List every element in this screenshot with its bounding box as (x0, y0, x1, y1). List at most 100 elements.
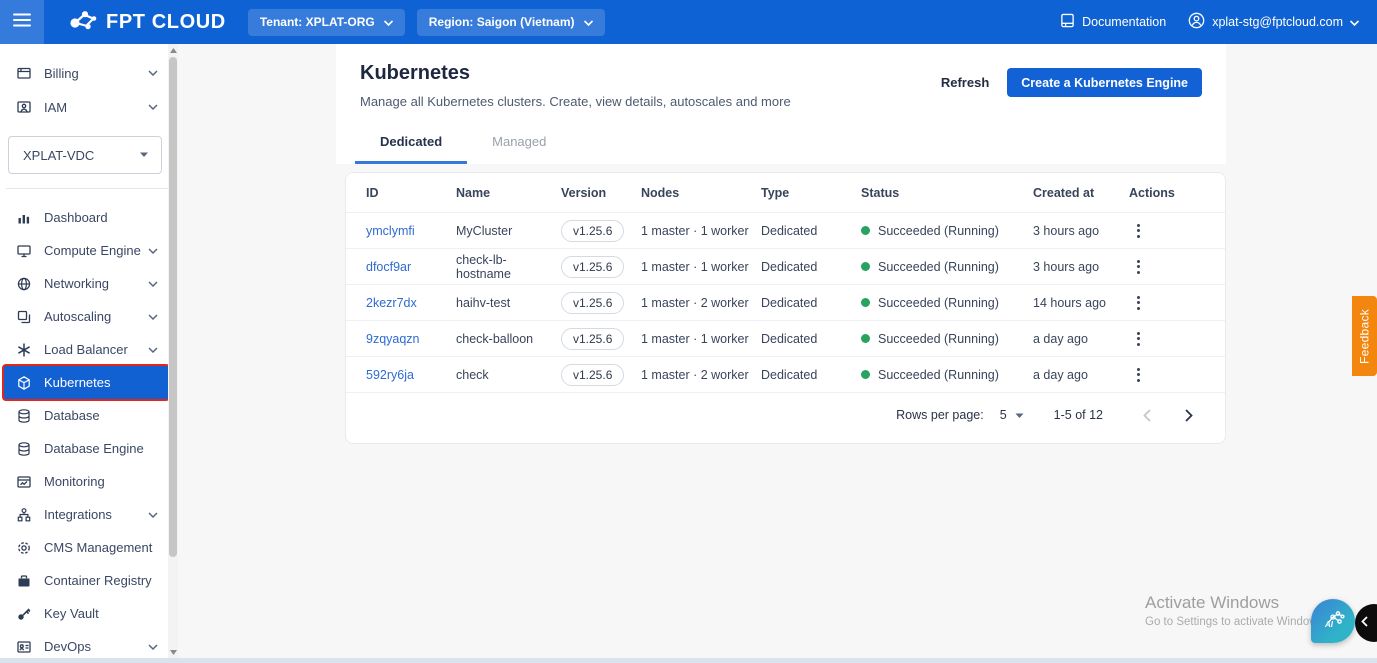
cluster-name-cell: check-lb-hostname (456, 252, 511, 281)
cluster-status-cell: Succeeded (Running) (861, 368, 1033, 382)
cluster-name-cell: check-balloon (456, 331, 534, 346)
chevron-down-icon (148, 247, 158, 254)
iam-icon (15, 99, 32, 116)
sidebar-item-kubernetes[interactable]: Kubernetes (4, 366, 168, 399)
dropdown-arrow-icon (1015, 408, 1024, 422)
create-kubernetes-engine-button[interactable]: Create a Kubernetes Engine (1007, 68, 1202, 97)
previous-page-button[interactable] (1137, 405, 1157, 426)
tenant-selector[interactable]: Tenant: XPLAT-ORG (247, 8, 405, 36)
cluster-created-at-cell: a day ago (1033, 331, 1088, 346)
cluster-name-cell: check (456, 367, 489, 382)
row-actions-menu-icon[interactable] (1129, 256, 1147, 278)
tab-managed[interactable]: Managed (467, 134, 571, 164)
sidebar-scrollbar[interactable] (168, 44, 178, 658)
sidebar-item-billing[interactable]: Billing (0, 56, 166, 90)
cluster-id-cell: 592ry6ja (366, 368, 456, 382)
sidebar-item-cms-management[interactable]: CMS Management (0, 531, 166, 564)
sidebar-item-container-registry[interactable]: Container Registry (0, 564, 166, 597)
page-subtitle: Manage all Kubernetes clusters. Create, … (360, 94, 791, 109)
table-row: ymclymfi MyCluster v1.25.6 1 master · 1 … (346, 213, 1225, 249)
rows-per-page-select[interactable]: 5 (1000, 408, 1024, 422)
scroll-down-arrow-icon[interactable] (168, 646, 178, 658)
networking-icon (15, 275, 32, 292)
cluster-id-link[interactable]: 9zqyaqzn (366, 332, 420, 346)
sidebar-nav: Billing IAM XPLAT-VDC Dashboard Compute … (0, 44, 178, 658)
cluster-id-link[interactable]: 2kezr7dx (366, 296, 417, 310)
user-email: xplat-stg@fptcloud.com (1212, 15, 1343, 29)
cluster-nodes-cell: 1 master · 1 worker (641, 259, 749, 274)
sidebar-item-integrations[interactable]: Integrations (0, 498, 166, 531)
monitoring-icon (15, 473, 32, 490)
collapse-widget-button[interactable] (1355, 604, 1377, 642)
tab-dedicated[interactable]: Dedicated (355, 134, 468, 164)
documentation-link[interactable]: Documentation (1060, 13, 1166, 31)
sidebar-item-label: IAM (44, 99, 68, 115)
cluster-version-cell: v1.25.6 (561, 255, 641, 278)
sidebar-item-compute-engine[interactable]: Compute Engine (0, 234, 166, 267)
page-actions: Refresh Create a Kubernetes Engine (941, 62, 1202, 97)
integrations-icon (15, 506, 32, 523)
chevron-down-icon (148, 313, 158, 320)
devops-icon (15, 638, 32, 655)
brand-molecule-icon (68, 8, 98, 37)
scrollbar-thumb[interactable] (169, 57, 177, 557)
dashboard-icon (15, 209, 32, 226)
sidebar-item-key-vault[interactable]: Key Vault (0, 597, 166, 630)
status-text: Succeeded (Running) (878, 295, 999, 310)
cluster-status-cell: Succeeded (Running) (861, 332, 1033, 346)
sidebar-item-label: Kubernetes (44, 375, 111, 390)
column-header-name: Name (456, 185, 491, 200)
cluster-status-cell: Succeeded (Running) (861, 296, 1033, 310)
status-green-dot (861, 226, 870, 235)
sidebar-item-dashboard[interactable]: Dashboard (0, 201, 166, 234)
sidebar-item-database-engine[interactable]: Database Engine (0, 432, 166, 465)
sidebar-item-iam[interactable]: IAM (0, 90, 166, 124)
sidebar-item-label: Compute Engine (44, 243, 141, 258)
cluster-nodes-cell: 1 master · 2 worker (641, 367, 749, 382)
vdc-selector[interactable]: XPLAT-VDC (8, 136, 162, 174)
region-selector[interactable]: Region: Saigon (Vietnam) (416, 8, 605, 36)
refresh-button[interactable]: Refresh (941, 75, 989, 90)
cluster-id-link[interactable]: 592ry6ja (366, 368, 414, 382)
menu-button[interactable] (0, 0, 44, 44)
next-page-button[interactable] (1179, 405, 1199, 426)
column-header-id: ID (366, 185, 379, 200)
sidebar-item-label: Dashboard (44, 210, 108, 225)
feedback-button[interactable]: Feedback (1352, 296, 1377, 376)
ai-assistant-button[interactable]: AI (1311, 599, 1355, 643)
scroll-up-arrow-icon[interactable] (168, 44, 178, 56)
cluster-id-cell: dfocf9ar (366, 260, 456, 274)
page-title-block: Kubernetes Manage all Kubernetes cluster… (360, 62, 791, 109)
sidebar-item-load-balancer[interactable]: Load Balancer (0, 333, 166, 366)
cluster-id-link[interactable]: dfocf9ar (366, 260, 411, 274)
cluster-status-cell: Succeeded (Running) (861, 260, 1033, 274)
vdc-selector-value: XPLAT-VDC (23, 147, 95, 163)
brand-name: FPT CLOUD (106, 10, 226, 33)
sidebar-item-database[interactable]: Database (0, 399, 166, 432)
bottom-edge-strip (0, 658, 1377, 663)
status-green-dot (861, 298, 870, 307)
sidebar-item-label: Database (44, 408, 100, 423)
user-account-menu[interactable]: xplat-stg@fptcloud.com (1188, 12, 1360, 32)
row-actions-menu-icon[interactable] (1129, 292, 1147, 314)
key-vault-icon (15, 605, 32, 622)
sidebar-item-monitoring[interactable]: Monitoring (0, 465, 166, 498)
load-balancer-icon (15, 341, 32, 358)
row-actions-menu-icon[interactable] (1129, 364, 1147, 386)
table-row: 9zqyaqzn check-balloon v1.25.6 1 master … (346, 321, 1225, 357)
chevron-down-icon (148, 280, 158, 287)
sidebar-item-networking[interactable]: Networking (0, 267, 166, 300)
cluster-id-link[interactable]: ymclymfi (366, 224, 415, 238)
sidebar-item-autoscaling[interactable]: Autoscaling (0, 300, 166, 333)
activate-windows-watermark: Activate Windows Go to Settings to activ… (1145, 593, 1323, 628)
cluster-actions-cell (1129, 256, 1225, 278)
brand-logo[interactable]: FPT CLOUD (44, 8, 248, 37)
documentation-label: Documentation (1082, 15, 1167, 29)
chevron-down-icon (583, 15, 593, 29)
chevron-down-icon (1349, 15, 1360, 29)
row-actions-menu-icon[interactable] (1129, 328, 1147, 350)
cluster-created-at-cell: 3 hours ago (1033, 223, 1100, 238)
row-actions-menu-icon[interactable] (1129, 220, 1147, 242)
version-badge: v1.25.6 (561, 219, 625, 242)
chevron-down-icon (148, 346, 158, 353)
